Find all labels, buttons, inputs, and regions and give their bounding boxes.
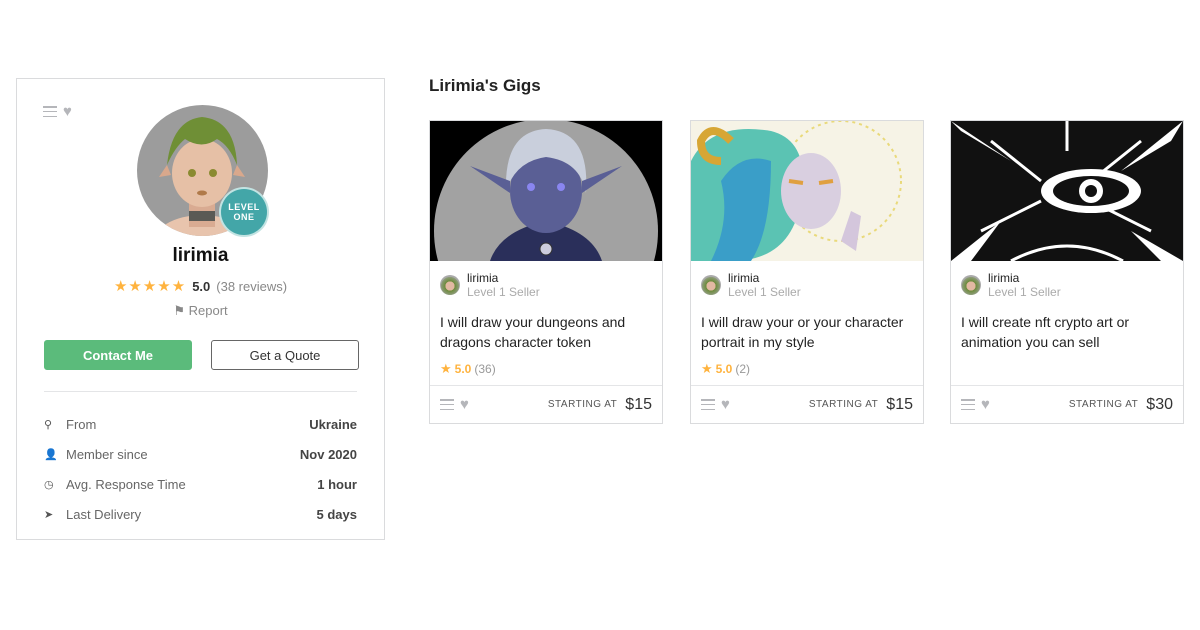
seller-avatar [440,275,460,295]
stat-value: 5 days [316,506,357,522]
stat-last-delivery: ➤ Last Delivery 5 days [44,499,357,529]
heart-icon[interactable]: ♥ [721,397,730,412]
collections-menu-icon[interactable] [961,399,975,410]
paper-plane-icon: ➤ [44,508,54,521]
seller-level: Level 1 Seller [728,285,801,299]
stat-member-since: 👤 Member since Nov 2020 [44,439,357,469]
rating-score: 5.0 [192,278,211,294]
get-a-quote-button[interactable]: Get a Quote [211,340,359,370]
gig-title[interactable]: I will create nft crypto art or animatio… [961,312,1173,352]
stat-value: Nov 2020 [299,446,357,462]
gig-thumbnail[interactable] [430,121,662,261]
gig-footer: ♥ STARTING AT $15 [691,385,923,423]
profile-actions: ♥ [43,104,72,119]
level-badge-line2: ONE [233,212,255,222]
star-icon: ★ [701,361,713,376]
gig-rating: ★ 5.0 (2) [701,361,750,377]
heart-icon[interactable]: ♥ [63,104,72,119]
gig-seller[interactable]: lirimia Level 1 Seller [701,271,801,299]
star-rating-icon: ★★★★★ [113,278,187,295]
stat-label: Member since [66,446,148,462]
seller-name: lirimia [988,271,1020,285]
stat-value: 1 hour [317,476,357,492]
seller-level: Level 1 Seller [467,285,540,299]
gig-thumbnail[interactable] [951,121,1183,261]
starting-at-label: STARTING AT [808,399,879,410]
gig-thumbnail[interactable] [691,121,923,261]
gig-card[interactable]: lirimia Level 1 Seller I will draw your … [429,120,663,424]
flag-icon: ⚑ [173,303,185,318]
gig-rating: ★ 5.0 (36) [440,361,496,377]
user-icon: 👤 [44,448,58,461]
seller-name: lirimia [728,271,760,285]
gig-card[interactable]: lirimia Level 1 Seller I will create nft… [950,120,1184,424]
gig-rating-count: (36) [474,362,496,376]
gig-rating-count: (2) [735,362,751,376]
gig-seller[interactable]: lirimia Level 1 Seller [961,271,1061,299]
collections-menu-icon[interactable] [701,399,715,410]
seller-avatar [961,275,981,295]
level-badge: LEVEL ONE [221,189,267,235]
starting-at-label: STARTING AT [547,399,618,410]
gigs-section-title: Lirimia's Gigs [429,76,541,95]
gig-footer: ♥ STARTING AT $15 [430,385,662,423]
stat-label: From [66,416,97,432]
gig-card[interactable]: lirimia Level 1 Seller I will draw your … [690,120,924,424]
seller-profile-card: ♥ LEVEL ONE lirimia ★★★★★ 5.0 (38 review… [16,78,385,540]
seller-level: Level 1 Seller [988,285,1061,299]
stat-label: Last Delivery [66,506,142,522]
divider [44,391,357,392]
clock-icon: ◷ [44,478,54,491]
seller-rating: ★★★★★ 5.0 (38 reviews) [17,277,384,295]
heart-icon[interactable]: ♥ [981,397,990,412]
gig-rating-score: 5.0 [715,362,733,376]
contact-me-button[interactable]: Contact Me [44,340,192,370]
gig-seller[interactable]: lirimia Level 1 Seller [440,271,540,299]
stat-value: Ukraine [309,416,357,432]
seller-avatar [701,275,721,295]
gig-title[interactable]: I will draw your or your character portr… [701,312,913,352]
seller-name: lirimia [467,271,499,285]
collections-menu-icon[interactable] [43,106,57,117]
username[interactable]: lirimia [17,245,384,267]
level-badge-line1: LEVEL [228,202,260,212]
report-label: Report [188,303,228,318]
collections-menu-icon[interactable] [440,399,454,410]
gig-price: $15 [625,395,652,413]
report-link[interactable]: ⚑ Report [17,303,384,319]
gig-footer: ♥ STARTING AT $30 [951,385,1183,423]
stat-from: ⚲ From Ukraine [44,409,357,439]
starting-at-label: STARTING AT [1068,399,1139,410]
stat-response-time: ◷ Avg. Response Time 1 hour [44,469,357,499]
star-icon: ★ [440,361,452,376]
review-count[interactable]: (38 reviews) [216,279,287,294]
heart-icon[interactable]: ♥ [460,397,469,412]
avatar[interactable]: LEVEL ONE [137,105,268,236]
gig-rating-score: 5.0 [454,362,472,376]
location-pin-icon: ⚲ [44,418,53,431]
gig-price: $30 [1146,395,1173,413]
gig-price: $15 [886,395,913,413]
stat-label: Avg. Response Time [66,476,186,492]
seller-stats: ⚲ From Ukraine 👤 Member since Nov 2020 ◷… [44,409,357,529]
gig-title[interactable]: I will draw your dungeons and dragons ch… [440,312,652,352]
